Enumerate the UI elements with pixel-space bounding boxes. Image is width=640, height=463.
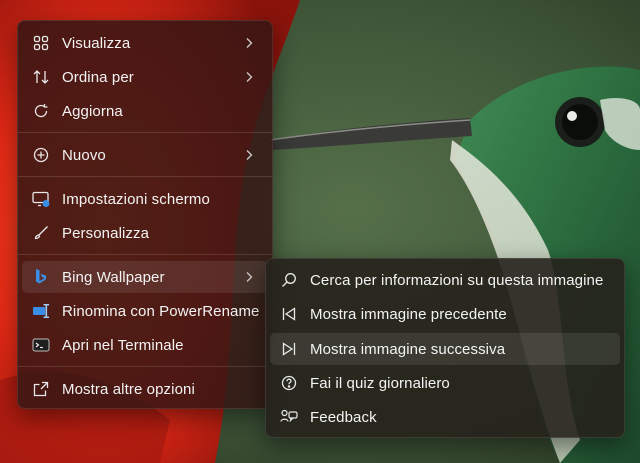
submenu-item-label: Mostra immagine precedente [310,305,507,323]
brush-icon [32,224,50,242]
menu-item-label: Mostra altre opzioni [62,380,195,398]
bing-wallpaper-submenu: Cerca per informazioni su questa immagin… [265,258,625,438]
menu-separator [18,176,272,177]
submenu-item-feedback[interactable]: Feedback [270,401,620,433]
menu-item-label: Personalizza [62,224,150,242]
menu-item-label: Impostazioni schermo [62,190,210,208]
plus-circle-icon [32,146,50,164]
menu-item-label: Aggiorna [62,102,123,120]
menu-item-ordina-per[interactable]: Ordina per [22,61,268,93]
submenu-item-label: Cerca per informazioni su questa immagin… [310,271,604,289]
submenu-item-label: Feedback [310,408,377,426]
menu-item-label: Visualizza [62,34,131,52]
menu-separator [18,366,272,367]
menu-item-personalizza[interactable]: Personalizza [22,217,268,249]
refresh-icon [32,102,50,120]
question-icon [280,374,298,392]
menu-item-label: Rinomina con PowerRename [62,302,260,320]
submenu-item-label: Mostra immagine successiva [310,340,506,358]
menu-item-aggiorna[interactable]: Aggiorna [22,95,268,127]
menu-item-impostazioni-schermo[interactable]: Impostazioni schermo [22,183,268,215]
display-settings-icon [32,190,50,208]
desktop-context-menu: Visualizza Ordina per Aggiorna Nuovo Imp… [17,20,273,409]
feedback-icon [280,408,298,426]
terminal-icon [32,336,50,354]
submenu-item-cerca-info[interactable]: Cerca per informazioni su questa immagin… [270,264,620,296]
search-icon [280,271,298,289]
chevron-right-icon [242,36,256,50]
menu-item-apri-terminale[interactable]: Apri nel Terminale [22,329,268,361]
menu-item-bing-wallpaper[interactable]: Bing Wallpaper [22,261,268,293]
sort-icon [32,68,50,86]
menu-separator [18,132,272,133]
submenu-item-immagine-successiva[interactable]: Mostra immagine successiva [270,333,620,365]
menu-separator [18,254,272,255]
submenu-item-immagine-precedente[interactable]: Mostra immagine precedente [270,298,620,330]
chevron-right-icon [242,70,256,84]
more-options-icon [32,380,50,398]
menu-item-label: Ordina per [62,68,134,86]
chevron-right-icon [242,148,256,162]
menu-item-label: Nuovo [62,146,106,164]
bing-icon [32,268,50,286]
menu-item-label: Bing Wallpaper [62,268,165,286]
submenu-item-quiz-giornaliero[interactable]: Fai il quiz giornaliero [270,367,620,399]
submenu-item-label: Fai il quiz giornaliero [310,374,450,392]
menu-item-mostra-altre-opzioni[interactable]: Mostra altre opzioni [22,373,268,405]
powerrename-icon [32,302,50,320]
chevron-right-icon [242,270,256,284]
menu-item-visualizza[interactable]: Visualizza [22,27,268,59]
previous-icon [280,305,298,323]
next-icon [280,340,298,358]
menu-item-label: Apri nel Terminale [62,336,184,354]
grid-icon [32,34,50,52]
menu-item-powerrename[interactable]: Rinomina con PowerRename [22,295,268,327]
menu-item-nuovo[interactable]: Nuovo [22,139,268,171]
